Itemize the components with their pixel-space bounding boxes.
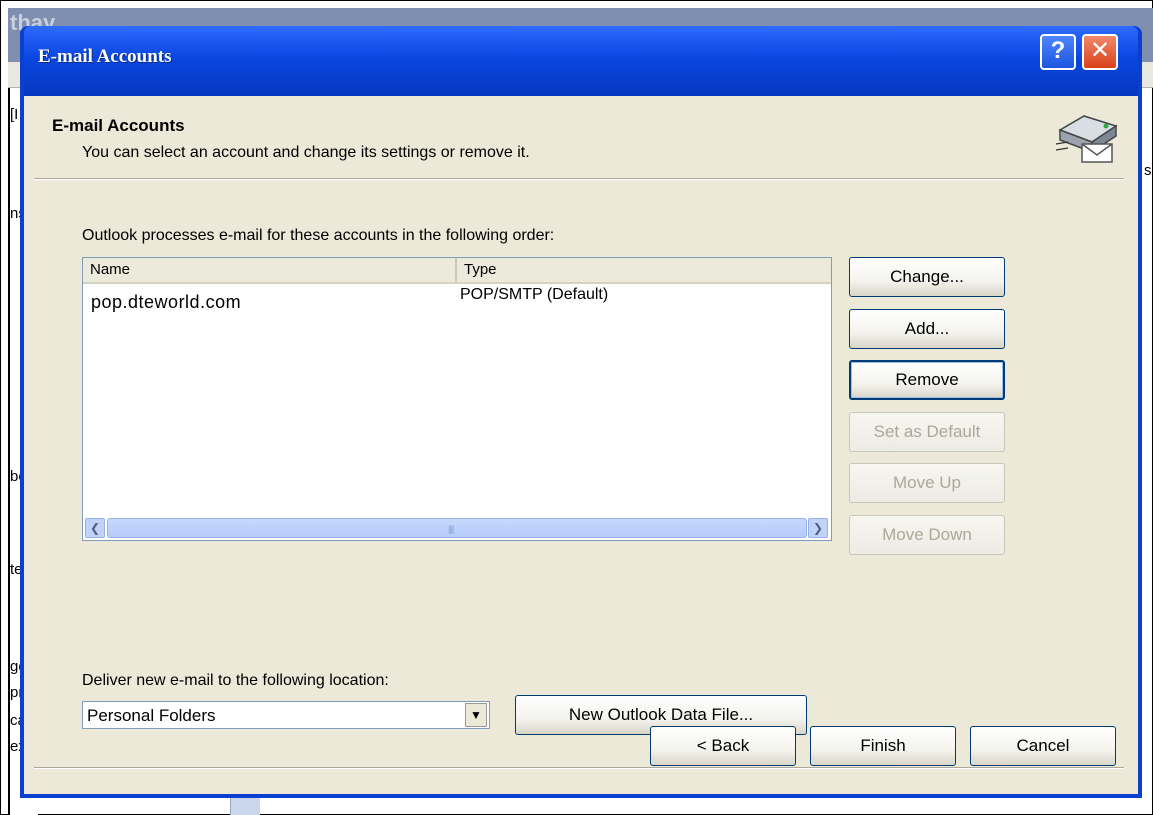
- accounts-label: Outlook processes e-mail for these accou…: [82, 227, 555, 244]
- change-button[interactable]: Change...: [849, 257, 1005, 297]
- add-button[interactable]: Add...: [849, 309, 1005, 349]
- list-header: Name Type: [83, 258, 831, 284]
- footer-separator: [34, 767, 1124, 769]
- move-down-button[interactable]: Move Down: [849, 515, 1005, 555]
- dialog-body: E-mail Accounts You can select an accoun…: [24, 96, 1138, 794]
- delivery-location-value: Personal Folders: [87, 706, 216, 725]
- back-button[interactable]: < Back: [650, 726, 796, 766]
- set-as-default-button[interactable]: Set as Default: [849, 412, 1005, 452]
- table-row[interactable]: pop.dteworld.com POP/SMTP (Default): [83, 284, 831, 314]
- chevron-down-icon[interactable]: ▼: [465, 703, 487, 727]
- dialog-titlebar[interactable]: E-mail Accounts ? ✕: [24, 26, 1138, 96]
- email-accounts-dialog: E-mail Accounts ? ✕ E-mail Accounts You …: [20, 26, 1142, 798]
- page-subtitle: You can select an account and change its…: [82, 144, 530, 161]
- account-type: POP/SMTP (Default): [460, 286, 609, 303]
- page-title: E-mail Accounts: [52, 116, 185, 135]
- account-name: pop.dteworld.com: [91, 292, 242, 312]
- move-up-button[interactable]: Move Up: [849, 463, 1005, 503]
- close-button[interactable]: ✕: [1082, 34, 1118, 70]
- delivery-location-select[interactable]: Personal Folders ▼: [82, 701, 490, 729]
- column-header-name[interactable]: Name: [83, 258, 457, 282]
- finish-button[interactable]: Finish: [810, 726, 956, 766]
- accounts-list[interactable]: Name Type pop.dteworld.com POP/SMTP (Def…: [82, 257, 832, 541]
- dialog-title: E-mail Accounts: [38, 46, 172, 67]
- arrow-right-icon[interactable]: ❯: [808, 518, 828, 538]
- remove-button[interactable]: Remove: [849, 360, 1005, 400]
- grip-icon: ||||: [448, 524, 454, 534]
- background-text-fragment: s: [1144, 162, 1152, 179]
- delivery-label: Deliver new e-mail to the following loca…: [82, 672, 389, 689]
- header-separator: [34, 178, 1124, 180]
- scrollbar-thumb[interactable]: ||||: [107, 518, 807, 538]
- help-button[interactable]: ?: [1040, 34, 1076, 70]
- background-text-fragment: [I: [10, 106, 19, 123]
- cancel-button[interactable]: Cancel: [970, 726, 1116, 766]
- column-header-type[interactable]: Type: [457, 258, 831, 282]
- mail-server-envelope-icon: [1055, 115, 1118, 163]
- horizontal-scrollbar[interactable]: ❮ |||| ❯: [83, 516, 831, 540]
- arrow-left-icon[interactable]: ❮: [85, 518, 105, 538]
